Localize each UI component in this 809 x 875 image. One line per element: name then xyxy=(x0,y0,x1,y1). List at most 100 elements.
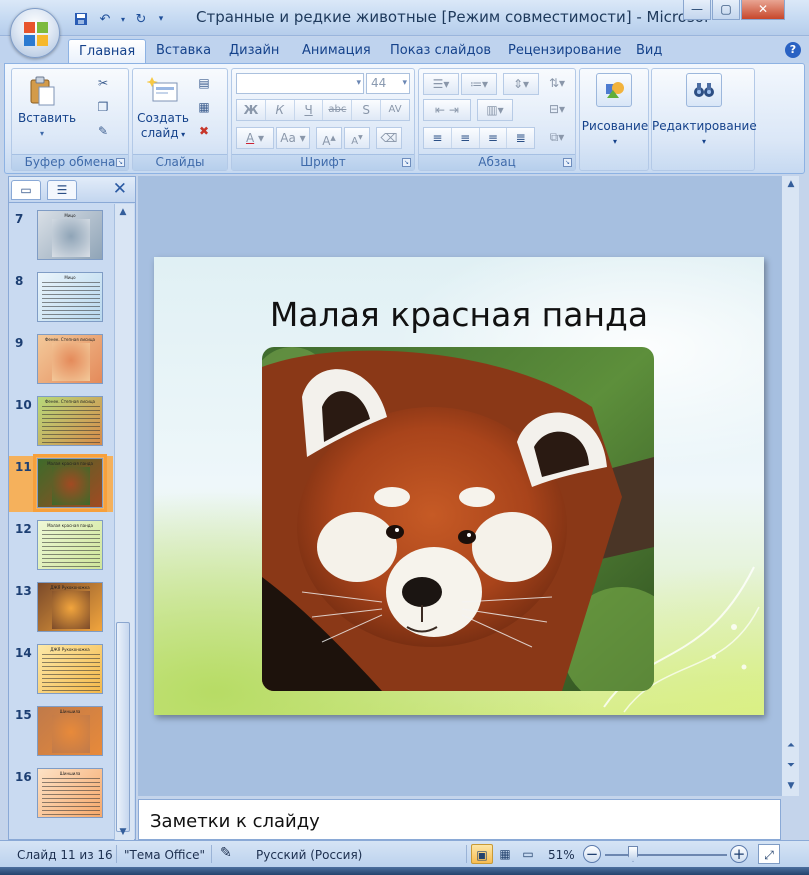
slide-thumbnail-row[interactable]: 12 Малая красная панда xyxy=(9,518,113,574)
slide-thumbnail-row[interactable]: 16 Шиншила xyxy=(9,766,113,822)
slide-thumbnail-row[interactable]: 11 Малая красная панда xyxy=(9,454,113,512)
zoom-slider-knob[interactable] xyxy=(628,846,638,862)
slide-scrollbar[interactable]: ▲ ⏶ ⏷ ▼ xyxy=(781,176,799,796)
zoom-slider[interactable] xyxy=(605,854,727,856)
panel-scrollbar[interactable]: ▲ ▼ xyxy=(114,204,134,840)
slide-thumbnail[interactable]: Мицо xyxy=(37,272,103,322)
zoom-level[interactable]: 51% xyxy=(548,848,575,862)
slide-thumbnail-row[interactable]: 10 Фенек. Степная лисица xyxy=(9,394,113,450)
cut-icon[interactable]: ✂ xyxy=(92,73,114,93)
italic-button[interactable]: К xyxy=(266,100,295,120)
undo-dropdown-icon[interactable]: ▾ xyxy=(118,9,128,29)
slide-thumbnail-row[interactable]: 13 ДЖЯ Рукоконожка xyxy=(9,580,113,636)
normal-view-icon[interactable]: ▣ xyxy=(471,844,493,864)
align-text-icon[interactable]: ⊟▾ xyxy=(543,99,571,121)
font-size-combo[interactable]: 44 ▾ xyxy=(366,73,410,94)
red-panda-photo[interactable] xyxy=(262,347,654,691)
font-name-combo[interactable]: ▾ xyxy=(236,73,364,94)
next-slide-icon[interactable]: ⏷ xyxy=(783,758,799,774)
text-direction-icon[interactable]: ⇅▾ xyxy=(543,73,571,95)
fit-to-window-icon[interactable]: ⤢ xyxy=(758,844,780,864)
shrink-font-button[interactable]: A▼ xyxy=(344,127,370,149)
slide-thumbnail-row[interactable]: 14 ДЖЯ Рукоконожка xyxy=(9,642,113,698)
scroll-up-icon[interactable]: ▲ xyxy=(115,204,131,220)
notes-pane[interactable]: Заметки к слайду xyxy=(138,799,781,840)
tab-view[interactable]: Вид xyxy=(636,43,662,58)
undo-icon[interactable]: ↶ xyxy=(94,9,116,29)
outline-tab-icon[interactable]: ☰ xyxy=(47,180,77,200)
format-painter-icon[interactable]: ✎ xyxy=(92,121,114,141)
previous-slide-icon[interactable]: ⏶ xyxy=(783,738,799,754)
indent-buttons[interactable]: ⇤ ⇥ xyxy=(423,99,471,121)
zoom-out-icon[interactable]: − xyxy=(583,845,601,863)
paste-button[interactable]: Вставить ▾ xyxy=(18,75,76,141)
tab-insert[interactable]: Вставка xyxy=(156,43,211,58)
scroll-up-icon[interactable]: ▲ xyxy=(783,176,799,192)
paragraph-launcher-icon[interactable]: ↘ xyxy=(563,158,572,167)
current-slide[interactable]: Малая красная панда xyxy=(154,257,764,715)
scroll-down-icon[interactable]: ▼ xyxy=(115,824,131,840)
slide-thumbnail[interactable]: ДЖЯ Рукоконожка xyxy=(37,582,103,632)
redo-icon[interactable]: ↻ xyxy=(130,9,152,29)
slideshow-view-icon[interactable]: ▭ xyxy=(517,844,539,864)
close-button[interactable]: ✕ xyxy=(741,0,785,20)
language-indicator[interactable]: Русский (Россия) xyxy=(256,848,362,862)
bold-button[interactable]: Ж xyxy=(237,100,266,120)
save-icon[interactable] xyxy=(70,9,92,29)
new-slide-button[interactable]: Создать слайд ▾ xyxy=(135,75,191,142)
slide-thumbnail[interactable]: ДЖЯ Рукоконожка xyxy=(37,644,103,694)
align-center-icon[interactable]: ≡ xyxy=(452,128,480,148)
align-left-icon[interactable]: ≡ xyxy=(424,128,452,148)
zoom-in-icon[interactable]: + xyxy=(730,845,748,863)
slide-thumbnail[interactable]: Мицо xyxy=(37,210,103,260)
slide-thumbnail-row[interactable]: 9 Фенек. Степная лисица xyxy=(9,332,113,388)
slide-thumbnail[interactable]: Фенек. Степная лисица xyxy=(37,396,103,446)
tab-animation[interactable]: Анимация xyxy=(302,43,371,58)
panel-scroll-thumb[interactable] xyxy=(116,622,130,832)
slide-sorter-icon[interactable]: ▦ xyxy=(494,844,516,864)
tab-home[interactable]: Главная xyxy=(68,39,147,65)
smartart-icon[interactable]: ⧉▾ xyxy=(543,127,571,149)
align-right-icon[interactable]: ≡ xyxy=(480,128,508,148)
underline-button[interactable]: Ч xyxy=(295,100,324,120)
reset-icon[interactable]: ▦ xyxy=(193,97,215,117)
slide-thumbnail[interactable]: Малая красная панда xyxy=(37,520,103,570)
slide-thumbnail-row[interactable]: 8 Мицо xyxy=(9,270,113,326)
shadow-button[interactable]: S xyxy=(352,100,382,120)
customize-icon[interactable]: ▾ xyxy=(154,9,168,29)
slide-thumbnail[interactable]: Шиншила xyxy=(37,768,103,818)
tab-design[interactable]: Дизайн xyxy=(229,43,279,58)
slide-thumbnail-row[interactable]: 7 Мицо xyxy=(9,208,113,264)
spellcheck-icon[interactable]: ✎ xyxy=(220,845,232,861)
line-spacing-icon[interactable]: ⇕▾ xyxy=(503,73,539,95)
help-icon[interactable]: ? xyxy=(785,42,801,58)
justify-icon[interactable]: ≣ xyxy=(507,128,534,148)
numbering-icon[interactable]: ≔▾ xyxy=(461,73,497,95)
delete-slide-icon[interactable]: ✖ xyxy=(193,121,215,141)
slide-thumbnail[interactable]: Шиншила xyxy=(37,706,103,756)
slide-thumbnail-row[interactable]: 15 Шиншила xyxy=(9,704,113,760)
clipboard-launcher-icon[interactable]: ↘ xyxy=(116,158,125,167)
font-launcher-icon[interactable]: ↘ xyxy=(402,158,411,167)
font-color-button[interactable]: A ▾ xyxy=(236,127,274,149)
slides-tab-icon[interactable]: ▭ xyxy=(11,180,41,200)
change-case-button[interactable]: Aa ▾ xyxy=(276,127,310,149)
close-panel-icon[interactable]: ✕ xyxy=(113,179,127,199)
bullets-icon[interactable]: ☰▾ xyxy=(423,73,459,95)
theme-name[interactable]: "Тема Office" xyxy=(124,848,205,862)
editing-button[interactable]: Редактирование ▾ xyxy=(652,119,757,149)
maximize-button[interactable]: ▢ xyxy=(712,0,740,20)
grow-font-button[interactable]: A▲ xyxy=(316,127,342,149)
columns-icon[interactable]: ▥▾ xyxy=(477,99,513,121)
scroll-down-icon[interactable]: ▼ xyxy=(783,778,799,794)
slide-thumbnail[interactable]: Фенек. Степная лисица xyxy=(37,334,103,384)
drawing-button[interactable]: Рисование ▾ xyxy=(580,119,650,149)
minimize-button[interactable]: — xyxy=(683,0,711,20)
char-spacing-button[interactable]: AV xyxy=(381,100,409,120)
strikethrough-button[interactable]: abc xyxy=(323,100,353,120)
slide-title[interactable]: Малая красная панда xyxy=(154,295,764,334)
tab-slideshow[interactable]: Показ слайдов xyxy=(390,43,491,58)
slide-thumbnail[interactable]: Малая красная панда xyxy=(33,454,107,512)
clear-format-icon[interactable]: ⌫ xyxy=(376,127,402,149)
layout-icon[interactable]: ▤ xyxy=(193,73,215,93)
